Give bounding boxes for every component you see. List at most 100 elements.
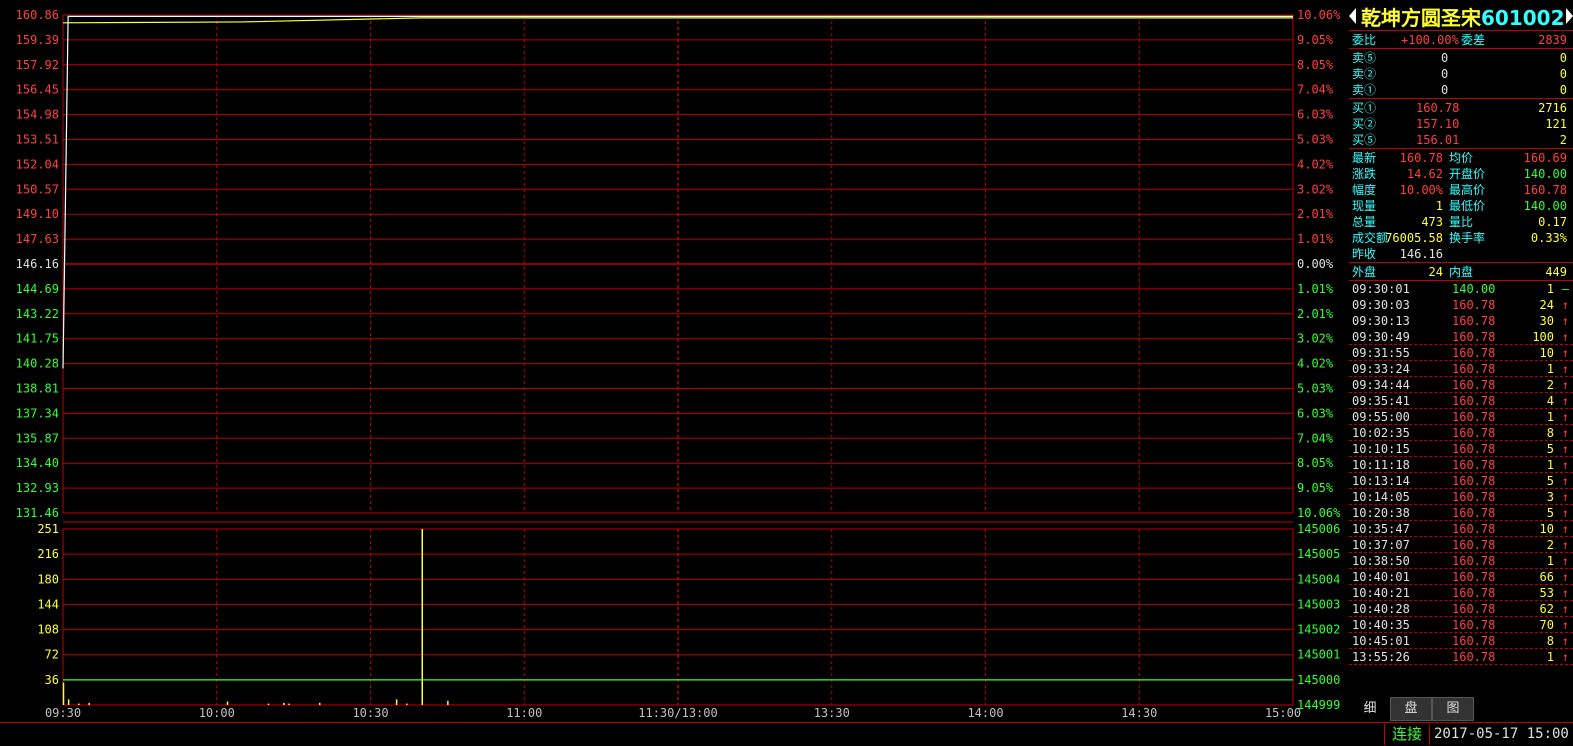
tab-detail[interactable]: 细: [1349, 697, 1391, 721]
tick-time: 09:30:13: [1352, 314, 1410, 328]
percent-tick-label: 9.05%: [1297, 33, 1334, 47]
time-axis-label: 10:00: [199, 706, 235, 720]
percent-tick-label: 8.05%: [1297, 58, 1334, 72]
tick-volume: 5: [1546, 442, 1554, 456]
next-stock-arrow-icon[interactable]: [1566, 8, 1573, 24]
tick-direction-icon: ↑: [1561, 570, 1569, 584]
tick-price: 160.78: [1452, 458, 1496, 472]
percent-tick-label: 6.03%: [1297, 406, 1334, 420]
tick-direction-icon: ↑: [1561, 522, 1569, 536]
stat-label: 昨收: [1352, 247, 1377, 261]
ask-price: 0: [1441, 83, 1449, 97]
bid-price: 160.78: [1416, 101, 1460, 115]
bid-label: 买②: [1352, 117, 1377, 131]
tick-volume: 53: [1539, 586, 1554, 600]
tick-row: 09:30:13 160.78 30 ↑: [1349, 313, 1571, 329]
intraday-chart[interactable]: 160.86 10.06% 159.39 9.05% 157.92 8.05% 156.45…: [0, 0, 1349, 722]
bid-row: 买① 160.78 2716: [1349, 100, 1571, 116]
tick-row: 09:30:49 160.78 100 ↑: [1349, 329, 1571, 345]
tick-price: 160.78: [1452, 570, 1496, 584]
tick-time: 10:40:35: [1352, 618, 1410, 632]
ask-row: 卖⑤ 0 0: [1349, 50, 1571, 66]
tick-row: 13:55:26 160.78 1 ↑: [1349, 649, 1571, 665]
tick-volume: 8: [1546, 426, 1554, 440]
percent-tick-label: 5.03%: [1297, 133, 1334, 147]
panel-divider: [1349, 664, 1573, 665]
panel-divider: [1349, 262, 1573, 263]
tick-volume: 30: [1539, 314, 1554, 328]
status-datetime: 2017-05-17 15:00: [1434, 726, 1569, 742]
tab-orderbook[interactable]: 盘: [1390, 697, 1432, 721]
tick-direction-icon: ↑: [1561, 346, 1569, 360]
tick-row: 10:20:38 160.78 5 ↑: [1349, 505, 1571, 521]
weibi-label: 委比: [1352, 33, 1377, 47]
tick-time: 09:31:55: [1352, 346, 1410, 360]
stat-label: 最高价: [1449, 183, 1486, 197]
tick-price: 160.78: [1452, 378, 1496, 392]
tick-row: 10:02:35 160.78 8 ↑: [1349, 425, 1571, 441]
tick-direction-icon: ↑: [1561, 298, 1569, 312]
tick-price: 160.78: [1452, 602, 1496, 616]
tick-row: 09:30:03 160.78 24 ↑: [1349, 297, 1571, 313]
tick-volume: 62: [1539, 602, 1554, 616]
bid-volume: 2: [1559, 133, 1567, 147]
percent-tick-label: 2.01%: [1297, 307, 1334, 321]
stat-row: 最新 160.78 均价 160.69: [1349, 150, 1571, 166]
tick-direction-icon: ↑: [1561, 442, 1569, 456]
volume-right-tick-label: 145006: [1297, 522, 1340, 536]
tick-price: 160.78: [1452, 442, 1496, 456]
tick-price: 160.78: [1452, 586, 1496, 600]
panel-divider: [1349, 148, 1573, 149]
prev-stock-arrow-icon[interactable]: [1349, 8, 1356, 24]
time-axis-label: 10:30: [352, 706, 388, 720]
stock-code: 601002: [1481, 6, 1565, 30]
tick-volume: 1: [1546, 650, 1554, 664]
time-axis-label: 15:00: [1265, 706, 1301, 720]
tick-direction-icon: ↑: [1561, 490, 1569, 504]
price-tick-label: 147.63: [16, 232, 59, 246]
tab-chart[interactable]: 图: [1432, 697, 1474, 721]
tick-time: 10:14:05: [1352, 490, 1410, 504]
tick-direction-icon: ↑: [1561, 538, 1569, 552]
price-tick-label: 146.16: [16, 257, 59, 271]
tick-time: 09:33:24: [1352, 362, 1410, 376]
panel-divider: [1349, 48, 1573, 49]
percent-tick-label: 5.03%: [1297, 382, 1334, 396]
tick-volume: 10: [1539, 346, 1554, 360]
tick-price: 160.78: [1452, 650, 1496, 664]
stat-row: 昨收 146.16: [1349, 246, 1571, 262]
tick-volume: 1: [1546, 410, 1554, 424]
price-tick-label: 157.92: [16, 58, 59, 72]
percent-tick-label: 6.03%: [1297, 108, 1334, 122]
price-tick-label: 156.45: [16, 83, 59, 97]
tick-price: 160.78: [1452, 634, 1496, 648]
tick-price: 160.78: [1452, 618, 1496, 632]
weibi-value: +100.00%: [1401, 33, 1459, 47]
stat-value: 140.00: [1523, 167, 1567, 181]
volume-right-tick-label: 145003: [1297, 597, 1340, 611]
price-tick-label: 132.93: [16, 481, 59, 495]
tick-volume: 100: [1532, 330, 1554, 344]
stat-value: 14.62: [1406, 167, 1443, 181]
stock-name: 乾坤方圆圣宋: [1361, 6, 1481, 30]
time-axis-label: 13:30: [814, 706, 850, 720]
price-tick-label: 144.69: [16, 282, 59, 296]
tick-time: 09:35:41: [1352, 394, 1410, 408]
stat-label: 开盘价: [1449, 167, 1486, 181]
price-tick-label: 160.86: [16, 8, 59, 22]
tick-direction-icon: ↑: [1561, 362, 1569, 376]
stat-value: 140.00: [1523, 199, 1567, 213]
time-axis-label: 11:30/13:00: [638, 706, 717, 720]
stat-value: 473: [1421, 215, 1443, 229]
tick-row: 10:11:18 160.78 1 ↑: [1349, 457, 1571, 473]
tick-volume: 3: [1546, 490, 1554, 504]
tick-direction-icon: ↑: [1561, 506, 1569, 520]
tick-row: 09:35:41 160.78 4 ↑: [1349, 393, 1571, 409]
weibi-row: 委比 +100.00% 委差 2839: [1349, 32, 1571, 48]
ask-row: 卖② 0 0: [1349, 66, 1571, 82]
connection-status[interactable]: 连接: [1384, 724, 1430, 745]
tick-volume: 8: [1546, 634, 1554, 648]
stat-row: 现量 1 最低价 140.00: [1349, 198, 1571, 214]
time-axis-label: 14:00: [967, 706, 1003, 720]
tick-direction-icon: ↑: [1561, 634, 1569, 648]
